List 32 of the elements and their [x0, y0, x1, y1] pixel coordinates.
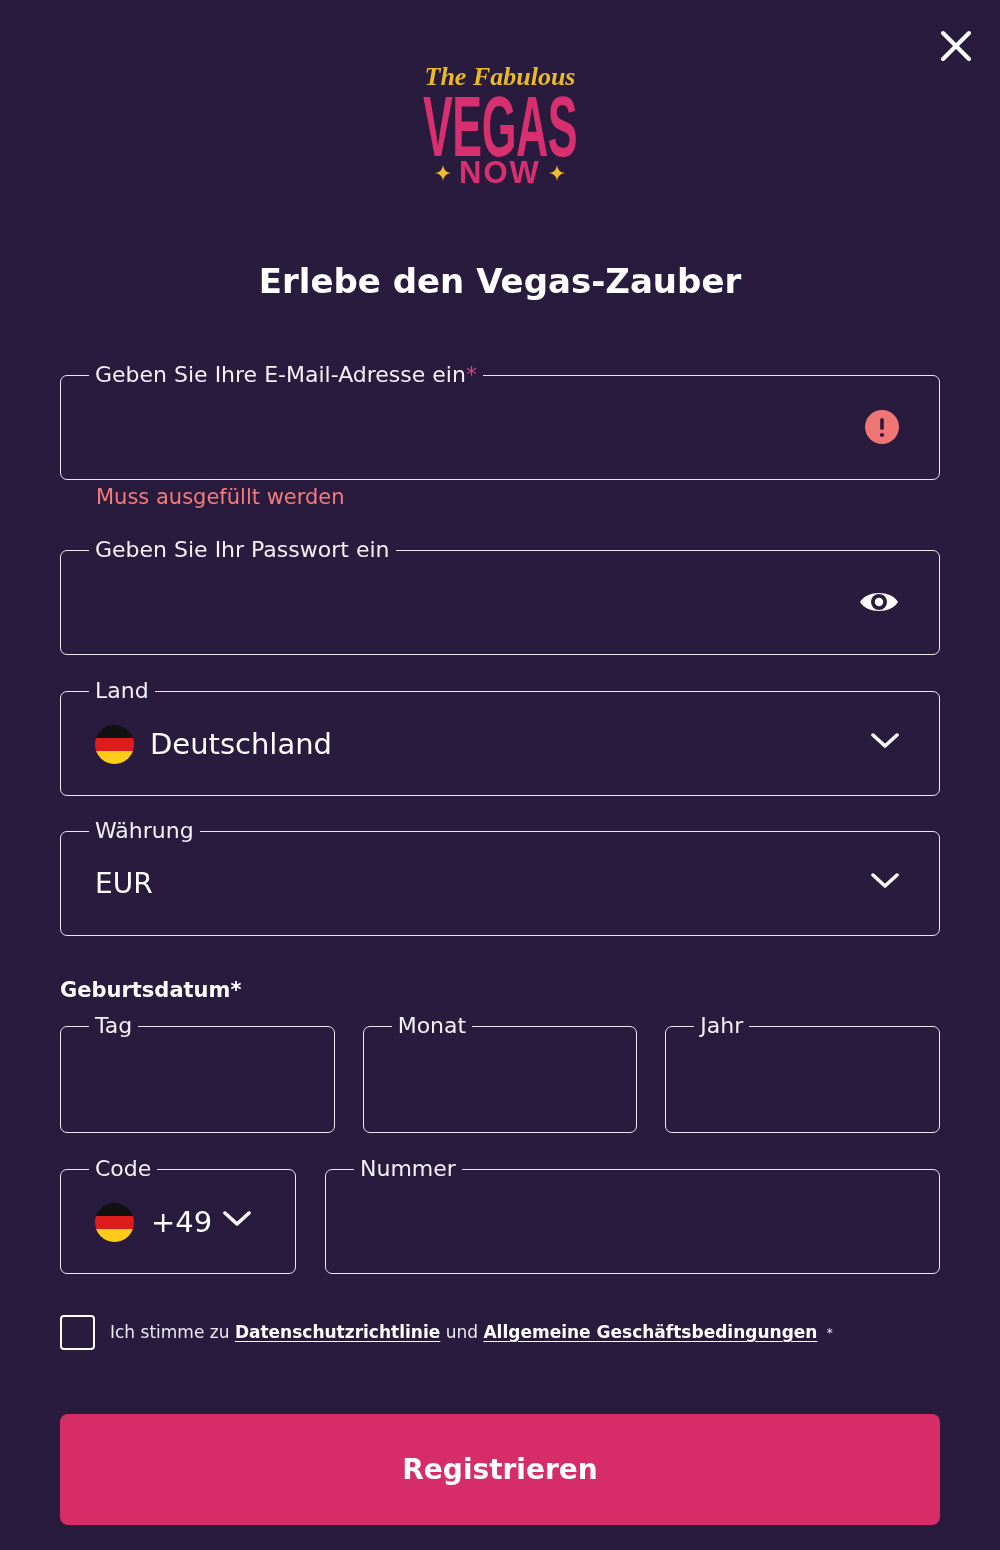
field-label: Monat — [396, 1012, 468, 1040]
field-label: Nummer — [359, 1155, 457, 1183]
error-message: Muss ausgefüllt werden — [95, 484, 346, 510]
field-label: Tag — [94, 1012, 134, 1040]
sparkle-icon — [548, 165, 565, 181]
field-label: Geben Sie Ihre E-Mail-Adresse ein* — [94, 361, 478, 389]
consent-text: Ich stimme zu Datenschutzrichtlinie und Allgemeine Geschäftsbedingungen * — [110, 1321, 833, 1344]
sparkle-icon — [435, 165, 452, 181]
field-label: Jahr — [698, 1012, 745, 1040]
germany-flag-icon — [95, 724, 134, 764]
logo-tagline: The Fabulous — [424, 61, 576, 93]
chevron-down-icon[interactable] — [223, 1210, 252, 1226]
field-value: Deutschland — [150, 726, 333, 762]
consent-link[interactable]: Datenschutzrichtlinie — [234, 1322, 441, 1342]
field-label: Land — [94, 677, 150, 705]
field-label: Code — [94, 1155, 153, 1183]
register-button[interactable]: Registrieren — [60, 1414, 940, 1525]
field-label: Währung — [94, 817, 195, 845]
close-button[interactable] — [938, 28, 974, 64]
consent-checkbox[interactable] — [60, 1315, 95, 1350]
chevron-down-icon[interactable] — [871, 872, 899, 888]
logo-title: VEGAS — [423, 94, 577, 158]
field-label: Geben Sie Ihr Passwort ein — [94, 536, 391, 564]
consent-link[interactable]: Allgemeine Geschäftsbedingungen — [483, 1322, 818, 1342]
field-value: EUR — [95, 866, 154, 902]
close-icon — [940, 30, 972, 62]
logo-subtitle: NOW — [459, 158, 541, 188]
field-value: +49 — [151, 1204, 213, 1240]
birth-date-label: Geburtsdatum* — [60, 977, 243, 1003]
page-heading: Erlebe den Vegas-Zauber — [257, 260, 743, 303]
chevron-down-icon[interactable] — [871, 732, 899, 748]
germany-flag-icon — [95, 1202, 134, 1242]
